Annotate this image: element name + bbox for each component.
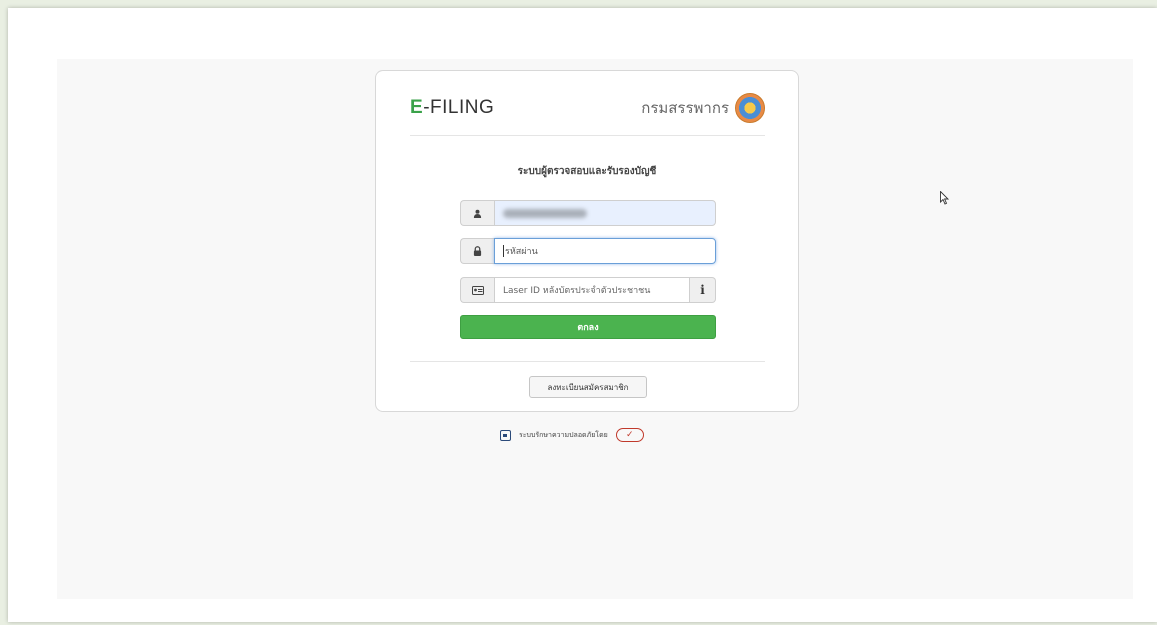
rd-seal-icon (735, 93, 765, 123)
security-notice: ระบบรักษาความปลอดภัยโดย ✓ (500, 426, 700, 444)
lock-icon (460, 238, 494, 264)
laser-id-group: Laser ID หลังบัตรประจำตัวประชาชน i (460, 277, 716, 303)
brand-header: E-FILING กรมสรรพากร (410, 93, 765, 136)
card-divider (410, 361, 765, 362)
username-input[interactable] (494, 200, 716, 226)
submit-button[interactable]: ตกลง (460, 315, 716, 339)
system-title: ระบบผู้ตรวจสอบและรับรองบัญชี (517, 166, 657, 177)
info-icon[interactable]: i (690, 277, 716, 303)
etda-logo-icon[interactable]: ✓ (615, 428, 644, 442)
department-name: กรมสรรพากร (641, 99, 729, 117)
security-lock-icon (500, 429, 511, 441)
efiling-logo: E-FILING (410, 97, 495, 118)
security-text: ระบบรักษาความปลอดภัยโดย (519, 430, 608, 439)
id-card-icon (460, 277, 494, 303)
user-icon (460, 200, 494, 226)
login-card: E-FILING กรมสรรพากร ระบบผู้ตรวจสอบและรับ… (375, 70, 799, 412)
laser-id-input[interactable]: Laser ID หลังบัตรประจำตัวประชาชน (494, 277, 690, 303)
password-group: รหัสผ่าน (460, 238, 716, 264)
register-button[interactable]: ลงทะเบียนสมัครสมาชิก (529, 376, 647, 398)
revenue-department-logo: กรมสรรพากร (641, 93, 765, 123)
password-input[interactable]: รหัสผ่าน (494, 238, 716, 264)
password-placeholder: รหัสผ่าน (505, 247, 538, 257)
mouse-cursor-icon (940, 190, 950, 209)
username-value-redacted (503, 208, 587, 218)
text-caret (503, 245, 504, 257)
laser-id-placeholder: Laser ID หลังบัตรประจำตัวประชาชน (503, 286, 651, 296)
username-group (460, 200, 716, 226)
